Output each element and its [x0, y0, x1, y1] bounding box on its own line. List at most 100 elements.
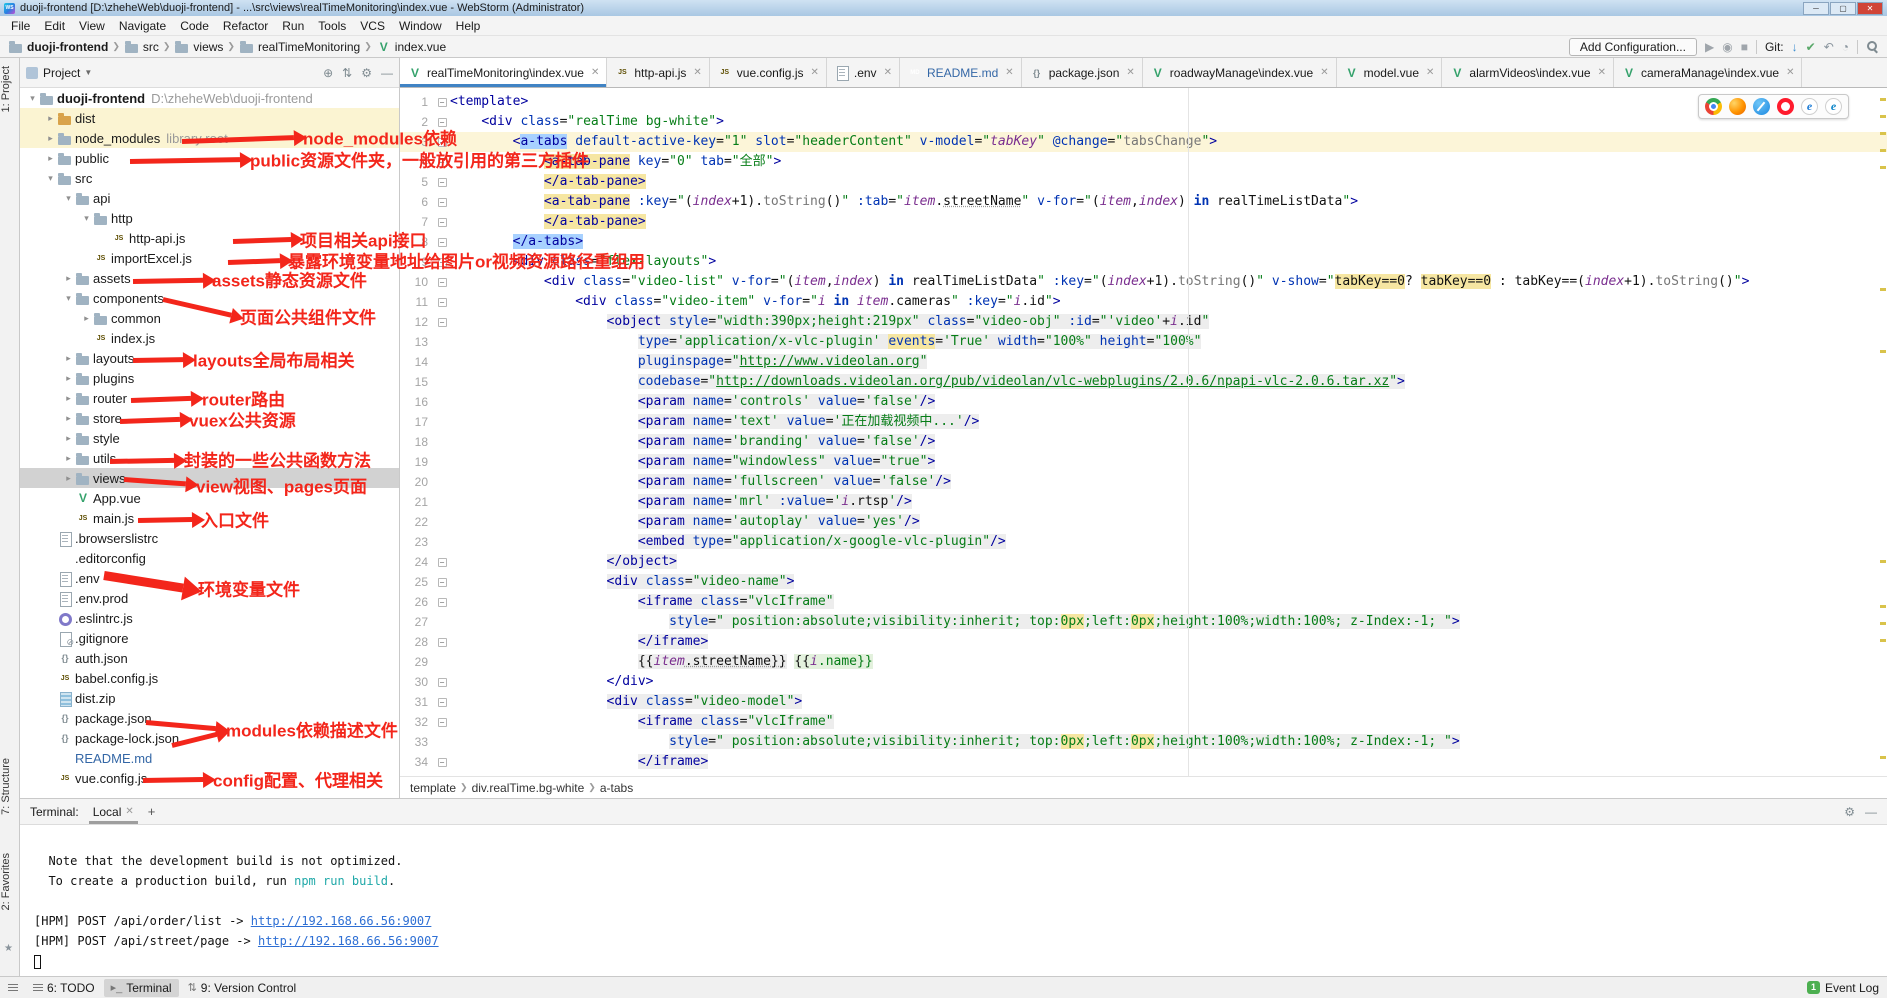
- menu-tools[interactable]: Tools: [311, 16, 353, 35]
- tree-item-dist[interactable]: ▸dist: [20, 108, 399, 128]
- chevron-right-icon[interactable]: ▸: [44, 133, 57, 144]
- tab-realTimeMonitoring-index.vue[interactable]: VrealTimeMonitoring\index.vue✕: [400, 58, 607, 87]
- tab-alarmVideos-index.vue[interactable]: ValarmVideos\index.vue✕: [1442, 58, 1614, 87]
- tree-item-package-lock.json[interactable]: {}package-lock.json: [20, 728, 399, 748]
- close-icon[interactable]: ✕: [810, 67, 818, 78]
- fold-marker-icon[interactable]: −: [438, 678, 447, 687]
- breadcrumb-item[interactable]: src: [124, 39, 159, 54]
- tree-item-duoji-frontend[interactable]: ▾duoji-frontendD:\zheheWeb\duoji-fronten…: [20, 88, 399, 108]
- hide-icon[interactable]: ―: [1865, 805, 1877, 819]
- terminal-link[interactable]: http://192.168.66.56:9007: [251, 914, 432, 928]
- tree-item-components[interactable]: ▾components: [20, 288, 399, 308]
- tree-item-dist.zip[interactable]: dist.zip: [20, 688, 399, 708]
- fold-marker-icon[interactable]: −: [438, 238, 447, 247]
- locate-icon[interactable]: ⊕: [323, 66, 333, 80]
- fold-marker-icon[interactable]: −: [438, 118, 447, 127]
- search-everywhere-icon[interactable]: [1866, 40, 1879, 53]
- tree-item-assets[interactable]: ▸assets: [20, 268, 399, 288]
- tab-http-api.js[interactable]: JShttp-api.js✕: [607, 58, 709, 87]
- editor-breadcrumb-item[interactable]: div.realTime.bg-white: [472, 781, 585, 795]
- tree-item-.editorconfig[interactable]: .editorconfig: [20, 548, 399, 568]
- close-icon[interactable]: ✕: [591, 67, 599, 78]
- tree-item-views[interactable]: ▸views: [20, 468, 399, 488]
- chevron-right-icon[interactable]: ▸: [62, 393, 75, 404]
- chevron-down-icon[interactable]: ▼: [84, 68, 92, 77]
- menu-code[interactable]: Code: [173, 16, 216, 35]
- menu-help[interactable]: Help: [449, 16, 488, 35]
- close-icon[interactable]: ✕: [125, 806, 133, 817]
- editor-breadcrumb-item[interactable]: a-tabs: [600, 781, 633, 795]
- fold-marker-icon[interactable]: −: [438, 598, 447, 607]
- event-log-label[interactable]: Event Log: [1825, 981, 1879, 995]
- menu-window[interactable]: Window: [392, 16, 449, 35]
- terminal-output[interactable]: Note that the development build is not o…: [20, 825, 1887, 976]
- tab-model.vue[interactable]: Vmodel.vue✕: [1337, 58, 1443, 87]
- close-icon[interactable]: ✕: [693, 67, 701, 78]
- menu-file[interactable]: File: [4, 16, 37, 35]
- chevron-down-icon[interactable]: ▾: [26, 93, 39, 104]
- tab-vue.config.js[interactable]: JSvue.config.js✕: [710, 58, 827, 87]
- statusbar-terminal-button[interactable]: ▸_Terminal: [104, 979, 179, 997]
- add-configuration-button[interactable]: Add Configuration...: [1569, 38, 1697, 56]
- chevron-right-icon[interactable]: ▸: [62, 373, 75, 384]
- chevron-down-icon[interactable]: ▾: [62, 193, 75, 204]
- close-icon[interactable]: ✕: [1126, 67, 1134, 78]
- tree-item-nodemodules[interactable]: ▸node_moduleslibrary root: [20, 128, 399, 148]
- breadcrumb-item[interactable]: duoji-frontend: [8, 39, 108, 54]
- tree-item-utils[interactable]: ▸utils: [20, 448, 399, 468]
- chevron-right-icon[interactable]: ▸: [80, 313, 93, 324]
- close-icon[interactable]: ✕: [1598, 67, 1606, 78]
- hide-icon[interactable]: ―: [381, 66, 393, 80]
- ie-browser-icon[interactable]: e: [1801, 98, 1818, 115]
- chevron-right-icon[interactable]: ▸: [62, 273, 75, 284]
- tool-window-button-project[interactable]: 1: Project: [0, 66, 20, 112]
- error-stripe[interactable]: [1879, 58, 1887, 798]
- statusbar-control-button[interactable]: ⇅9: Version Control: [181, 979, 304, 997]
- safari-browser-icon[interactable]: [1753, 98, 1770, 115]
- tree-item-.gitignore[interactable]: .gitignore: [20, 628, 399, 648]
- chevron-right-icon[interactable]: ▸: [62, 453, 75, 464]
- tab-.env[interactable]: .env✕: [827, 58, 900, 87]
- tree-item-.env[interactable]: .env: [20, 568, 399, 588]
- tool-window-button-favorites[interactable]: 2: Favorites: [0, 853, 20, 910]
- tree-item-importExcel.js[interactable]: JSimportExcel.js: [20, 248, 399, 268]
- fold-marker-icon[interactable]: −: [438, 178, 447, 187]
- chevron-right-icon[interactable]: ▸: [44, 113, 57, 124]
- tab-README.md[interactable]: MDREADME.md✕: [900, 58, 1022, 87]
- edge-browser-icon[interactable]: e: [1825, 98, 1842, 115]
- git-revert-icon[interactable]: ↶: [1824, 41, 1834, 53]
- stop-icon[interactable]: ■: [1741, 41, 1748, 53]
- fold-marker-icon[interactable]: −: [438, 258, 447, 267]
- statusbar-todo-button[interactable]: 6: TODO: [26, 979, 102, 997]
- menu-vcs[interactable]: VCS: [353, 16, 392, 35]
- fold-marker-icon[interactable]: −: [438, 718, 447, 727]
- firefox-browser-icon[interactable]: [1729, 98, 1746, 115]
- favorites-star-icon[interactable]: ★: [4, 943, 13, 954]
- close-icon[interactable]: ✕: [1320, 67, 1328, 78]
- tree-item-layouts[interactable]: ▸layouts: [20, 348, 399, 368]
- fold-marker-icon[interactable]: −: [438, 318, 447, 327]
- menu-navigate[interactable]: Navigate: [112, 16, 173, 35]
- tree-item-auth.json[interactable]: {}auth.json: [20, 648, 399, 668]
- fold-marker-icon[interactable]: −: [438, 758, 447, 767]
- close-icon[interactable]: ✕: [884, 67, 892, 78]
- maximize-button[interactable]: ▢: [1830, 2, 1856, 15]
- git-history-icon[interactable]: ◔: [1842, 41, 1849, 53]
- git-commit-icon[interactable]: ✔: [1806, 41, 1816, 53]
- chevron-right-icon[interactable]: ▸: [62, 473, 75, 484]
- chrome-browser-icon[interactable]: [1705, 98, 1722, 115]
- tree-item-package.json[interactable]: {}package.json: [20, 708, 399, 728]
- chevron-down-icon[interactable]: ▾: [62, 293, 75, 304]
- chevron-down-icon[interactable]: ▾: [80, 213, 93, 224]
- tree-item-router[interactable]: ▸router: [20, 388, 399, 408]
- settings-icon[interactable]: ⚙: [1844, 805, 1855, 819]
- fold-marker-icon[interactable]: −: [438, 578, 447, 587]
- close-icon[interactable]: ✕: [1426, 67, 1434, 78]
- menu-refactor[interactable]: Refactor: [216, 16, 275, 35]
- close-button[interactable]: ✕: [1857, 2, 1883, 15]
- minimize-button[interactable]: ─: [1803, 2, 1829, 15]
- debug-icon[interactable]: ◉: [1722, 41, 1732, 53]
- tree-item-babel.config.js[interactable]: JSbabel.config.js: [20, 668, 399, 688]
- fold-marker-icon[interactable]: −: [438, 558, 447, 567]
- tree-item-common[interactable]: ▸common: [20, 308, 399, 328]
